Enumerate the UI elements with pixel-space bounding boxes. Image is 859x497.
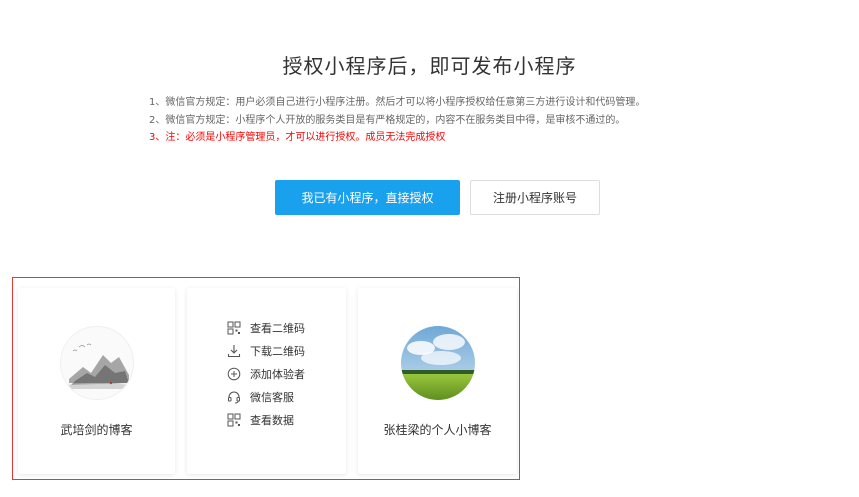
avatar [400, 326, 475, 400]
landscape-painting-icon [60, 327, 133, 399]
page-title: 授权小程序后，即可发布小程序 [282, 54, 577, 78]
menu-item-add-tester[interactable]: 添加体验者 [227, 362, 305, 385]
meadow-sky-icon [400, 326, 475, 400]
miniprogram-card-left[interactable]: 武培剑的博客 [18, 288, 175, 474]
menu-item-view-qr[interactable]: 查看二维码 [227, 316, 305, 339]
menu-item-customer-service[interactable]: 微信客服 [227, 385, 305, 408]
rules-list: 1、微信官方规定：用户必须自己进行小程序注册。然后才可以将小程序授权给任意第三方… [149, 94, 645, 147]
data-grid-icon [227, 413, 241, 427]
card-name-right: 张桂梁的个人小博客 [383, 423, 492, 437]
menu-item-view-data[interactable]: 查看数据 [227, 408, 305, 431]
headset-icon [227, 390, 241, 404]
rule-1: 1、微信官方规定：用户必须自己进行小程序注册。然后才可以将小程序授权给任意第三方… [149, 97, 646, 108]
menu-item-label: 添加体验者 [250, 367, 305, 381]
menu-item-label: 查看二维码 [250, 321, 305, 335]
authorize-button[interactable]: 我已有小程序，直接授权 [275, 180, 460, 215]
miniprogram-card-right[interactable]: 张桂梁的个人小博客 [358, 288, 517, 474]
menu-item-label: 微信客服 [250, 390, 294, 404]
menu-item-label: 下载二维码 [250, 344, 305, 358]
menu-item-label: 查看数据 [250, 413, 294, 427]
avatar [59, 326, 134, 400]
rule-3-warning: 3、注：必须是小程序管理员，才可以进行授权。成员无法完成授权 [149, 132, 446, 143]
register-button[interactable]: 注册小程序账号 [470, 180, 600, 215]
download-icon [227, 344, 241, 358]
qr-code-icon [227, 321, 241, 335]
card-name-left: 武培剑的博客 [60, 423, 133, 437]
action-menu-card: 查看二维码 下载二维码 添加体验者 微信客服 查看数据 [187, 288, 346, 474]
add-circle-icon [227, 367, 241, 381]
menu-item-download-qr[interactable]: 下载二维码 [227, 339, 305, 362]
rule-2: 2、微信官方规定：小程序个人开放的服务类目是有严格规定的，内容不在服务类目中得，… [149, 114, 626, 126]
